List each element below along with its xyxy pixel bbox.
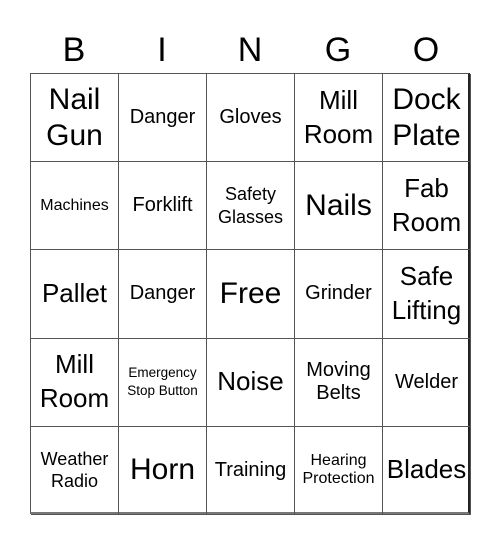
bingo-cell[interactable]: Danger — [119, 74, 207, 163]
bingo-cell-label: Weather Radio — [40, 448, 109, 492]
bingo-cell-label: Pallet — [41, 278, 108, 309]
bingo-header: B I N G O — [30, 28, 470, 72]
bingo-cell-label: Hearing Protection — [302, 451, 375, 488]
bingo-cell-label: Mill Room — [303, 84, 374, 149]
bingo-grid: Nail Gun Danger Gloves Mill Room Dock Plate M… — [30, 73, 471, 515]
bingo-cell-label: Horn — [129, 453, 196, 487]
bingo-cell-label: Free — [219, 276, 282, 310]
bingo-cell-label: Safe Lifting — [391, 261, 462, 325]
bingo-cell-label: Danger — [129, 282, 196, 305]
bingo-cell-label: Blades — [386, 454, 467, 485]
bingo-cell-label: Forklift — [132, 194, 193, 217]
bingo-cell-label: Grinder — [305, 282, 372, 305]
bingo-cell-label: Mill Room — [39, 349, 110, 414]
bingo-cell-label: Dock Plate — [392, 82, 461, 152]
bingo-cell-label: Welder — [395, 370, 458, 393]
header-letter-n: N — [237, 31, 263, 69]
bingo-cell[interactable]: Weather Radio — [31, 426, 119, 515]
bingo-cell-label: Danger — [129, 106, 196, 129]
bingo-cell-label: Nails — [305, 188, 372, 222]
bingo-cell[interactable]: Safety Glasses — [207, 162, 295, 251]
bingo-cell-label: Safety Glasses — [217, 184, 284, 227]
bingo-cell[interactable]: Moving Belts — [295, 338, 383, 427]
bingo-cell-label: Noise — [217, 366, 284, 397]
bingo-cell[interactable]: Nails — [295, 162, 383, 251]
bingo-cell[interactable]: Free — [207, 250, 295, 339]
bingo-cell[interactable]: Pallet — [31, 250, 119, 339]
bingo-cell-label: Training — [214, 458, 287, 481]
bingo-cell[interactable]: Welder — [383, 338, 471, 427]
bingo-cell[interactable]: Forklift — [119, 162, 207, 251]
bingo-cell[interactable]: Dock Plate — [383, 74, 471, 163]
bingo-cell[interactable]: Safe Lifting — [383, 250, 471, 339]
bingo-cell-label: Gloves — [219, 106, 282, 129]
bingo-cell[interactable]: Gloves — [207, 74, 295, 163]
bingo-cell[interactable]: Mill Room — [295, 74, 383, 163]
bingo-cell[interactable]: Training — [207, 426, 295, 515]
bingo-cell-label: Fab Room — [391, 172, 462, 237]
bingo-cell[interactable]: Grinder — [295, 250, 383, 339]
bingo-cell[interactable]: Nail Gun — [31, 74, 119, 163]
bingo-cell[interactable]: Mill Room — [31, 338, 119, 427]
bingo-cell-label: Machines — [40, 196, 109, 214]
bingo-cell[interactable]: Fab Room — [383, 162, 471, 251]
bingo-cell[interactable]: Horn — [119, 426, 207, 515]
bingo-cell[interactable]: Blades — [383, 426, 471, 515]
bingo-cell[interactable]: Danger — [119, 250, 207, 339]
bingo-cell[interactable]: Hearing Protection — [295, 426, 383, 515]
bingo-cell-label: Emergency Stop Button — [127, 364, 198, 399]
bingo-cell-label: Moving Belts — [306, 359, 371, 405]
header-letter-i: I — [157, 31, 167, 69]
header-letter-g: G — [324, 31, 352, 69]
header-letter-b: B — [62, 31, 86, 69]
bingo-cell[interactable]: Emergency Stop Button — [119, 338, 207, 427]
bingo-cell-label: Nail Gun — [46, 82, 103, 152]
bingo-cell[interactable]: Noise — [207, 338, 295, 427]
bingo-cell[interactable]: Machines — [31, 162, 119, 251]
header-letter-o: O — [412, 31, 440, 69]
